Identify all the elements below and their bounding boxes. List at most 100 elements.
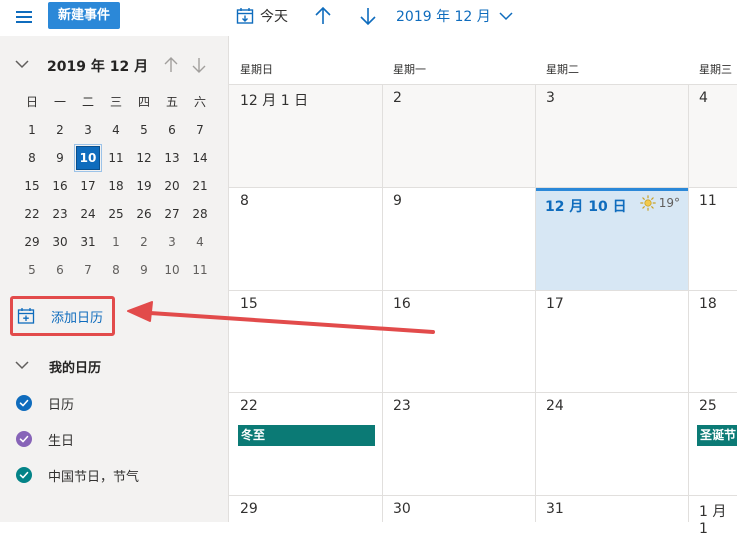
day-cell[interactable]: 8	[229, 187, 382, 290]
grid-line	[229, 290, 737, 291]
month-view: 星期日 星期一 星期二 星期三 12 月 1 日 2 3 4 8 9 12 月 10 日 19…	[228, 36, 737, 537]
month-picker-button[interactable]: 2019 年 12 月	[396, 4, 513, 28]
menu-icon[interactable]	[14, 8, 34, 26]
day-cell[interactable]: 9	[382, 187, 535, 290]
mini-calendar-day[interactable]: 26	[130, 200, 158, 228]
mini-calendar-day[interactable]: 24	[74, 200, 102, 228]
current-month-label: 2019 年 12 月	[396, 9, 491, 25]
mini-calendar-title: 2019 年 12 月	[47, 59, 149, 75]
mini-calendar-day-selected[interactable]: 10	[74, 144, 102, 172]
mini-calendar-day[interactable]: 9	[130, 256, 158, 284]
mini-calendar-day[interactable]: 16	[46, 172, 74, 200]
grid-line	[688, 84, 689, 522]
calendar-item-chinese-holidays[interactable]: 中国节日，节气	[0, 462, 228, 488]
event-winter-solstice[interactable]: 冬至	[238, 425, 375, 446]
mini-calendar-day[interactable]: 14	[186, 144, 214, 172]
arrow-down-icon[interactable]	[192, 56, 206, 74]
mini-calendar-day[interactable]: 12	[130, 144, 158, 172]
mini-calendar-day[interactable]: 22	[18, 200, 46, 228]
weekday-header: 星期一	[393, 63, 426, 76]
day-number: 1 月 1	[699, 504, 727, 537]
mini-calendar-day[interactable]: 7	[74, 256, 102, 284]
arrow-up-icon[interactable]	[164, 56, 178, 74]
mini-calendar-day[interactable]: 1	[102, 228, 130, 256]
mini-calendar-day[interactable]: 5	[130, 116, 158, 144]
mini-calendar-day[interactable]: 25	[102, 200, 130, 228]
weekday-label: 四	[137, 95, 150, 109]
new-event-button[interactable]: 新建事件	[48, 2, 120, 29]
weekday-header: 星期三	[699, 63, 732, 76]
previous-month-button[interactable]	[313, 5, 333, 27]
next-month-button[interactable]	[358, 5, 378, 27]
day-cell[interactable]: 2	[382, 84, 535, 187]
grid-line	[229, 187, 737, 188]
day-cell[interactable]: 18	[688, 290, 737, 392]
mini-calendar-day[interactable]: 31	[74, 228, 102, 256]
day-cell[interactable]: 12 月 1 日	[229, 84, 382, 187]
day-cell[interactable]: 29	[229, 495, 382, 535]
day-cell[interactable]: 17	[535, 290, 688, 392]
grid-line	[229, 495, 737, 496]
day-cell[interactable]: 15	[229, 290, 382, 392]
today-button[interactable]: 今天	[236, 4, 288, 28]
mini-calendar-day[interactable]: 6	[46, 256, 74, 284]
mini-calendar-week: 8 9 10 11 12 13 14	[18, 144, 214, 172]
day-cell[interactable]: 1 月 1	[688, 495, 737, 537]
day-number: 9	[393, 193, 402, 209]
day-cell-today[interactable]: 12 月 10 日 19°	[535, 187, 688, 290]
day-cell[interactable]: 4	[688, 84, 737, 187]
mini-calendar-day[interactable]: 21	[186, 172, 214, 200]
day-cell[interactable]: 30	[382, 495, 535, 535]
mini-calendar-day[interactable]: 11	[102, 144, 130, 172]
day-cell[interactable]: 16	[382, 290, 535, 392]
event-christmas[interactable]: 圣诞节	[697, 425, 737, 446]
mini-calendar-day[interactable]: 27	[158, 200, 186, 228]
day-number: 3	[546, 90, 555, 106]
checkmark-circle-icon	[16, 467, 32, 483]
mini-calendar-day[interactable]: 18	[102, 172, 130, 200]
mini-calendar-day[interactable]: 5	[18, 256, 46, 284]
add-calendar-button[interactable]: 添加日历	[10, 296, 115, 336]
day-number: 24	[546, 398, 564, 414]
calendar-today-icon	[236, 8, 254, 24]
mini-calendar-day[interactable]: 20	[158, 172, 186, 200]
day-cell[interactable]: 31	[535, 495, 688, 535]
weather-forecast[interactable]: 19°	[639, 195, 680, 211]
mini-calendar-day[interactable]: 23	[46, 200, 74, 228]
day-cell[interactable]: 3	[535, 84, 688, 187]
mini-calendar-day[interactable]: 6	[158, 116, 186, 144]
mini-calendar-day[interactable]: 17	[74, 172, 102, 200]
chevron-down-icon[interactable]	[15, 59, 29, 69]
mini-calendar-day[interactable]: 3	[158, 228, 186, 256]
mini-calendar-day[interactable]: 3	[74, 116, 102, 144]
mini-calendar-day[interactable]: 15	[18, 172, 46, 200]
mini-calendar-day[interactable]: 1	[18, 116, 46, 144]
mini-calendar-day[interactable]: 29	[18, 228, 46, 256]
mini-calendar-day[interactable]: 9	[46, 144, 74, 172]
day-number: 22	[240, 398, 258, 414]
mini-calendar-grid: 日一二三四五六 1 2 3 4 5 6 7 8 9 10 11 12 13 14 15 16 17 18 19 20 21…	[18, 88, 214, 284]
day-cell[interactable]: 24	[535, 392, 688, 495]
mini-calendar-day[interactable]: 2	[130, 228, 158, 256]
my-calendars-header[interactable]: 我的日历	[0, 354, 228, 378]
mini-calendar-day[interactable]: 13	[158, 144, 186, 172]
day-number: 4	[699, 90, 708, 106]
mini-calendar-day[interactable]: 7	[186, 116, 214, 144]
calendar-item-birthday[interactable]: 生日	[0, 426, 228, 452]
mini-calendar-day[interactable]: 2	[46, 116, 74, 144]
arrow-up-icon	[315, 6, 331, 24]
mini-calendar-day[interactable]: 4	[102, 116, 130, 144]
day-cell[interactable]: 23	[382, 392, 535, 495]
mini-calendar-day[interactable]: 19	[130, 172, 158, 200]
mini-calendar-day[interactable]: 11	[186, 256, 214, 284]
day-cell[interactable]: 11	[688, 187, 737, 290]
mini-calendar-day[interactable]: 28	[186, 200, 214, 228]
mini-calendar-day[interactable]: 4	[186, 228, 214, 256]
calendar-item-calendar[interactable]: 日历	[0, 390, 228, 416]
mini-calendar-day[interactable]: 10	[158, 256, 186, 284]
mini-calendar-day[interactable]: 8	[18, 144, 46, 172]
my-calendars-title: 我的日历	[49, 361, 102, 376]
chevron-down-icon	[499, 12, 513, 21]
mini-calendar-day[interactable]: 8	[102, 256, 130, 284]
mini-calendar-day[interactable]: 30	[46, 228, 74, 256]
